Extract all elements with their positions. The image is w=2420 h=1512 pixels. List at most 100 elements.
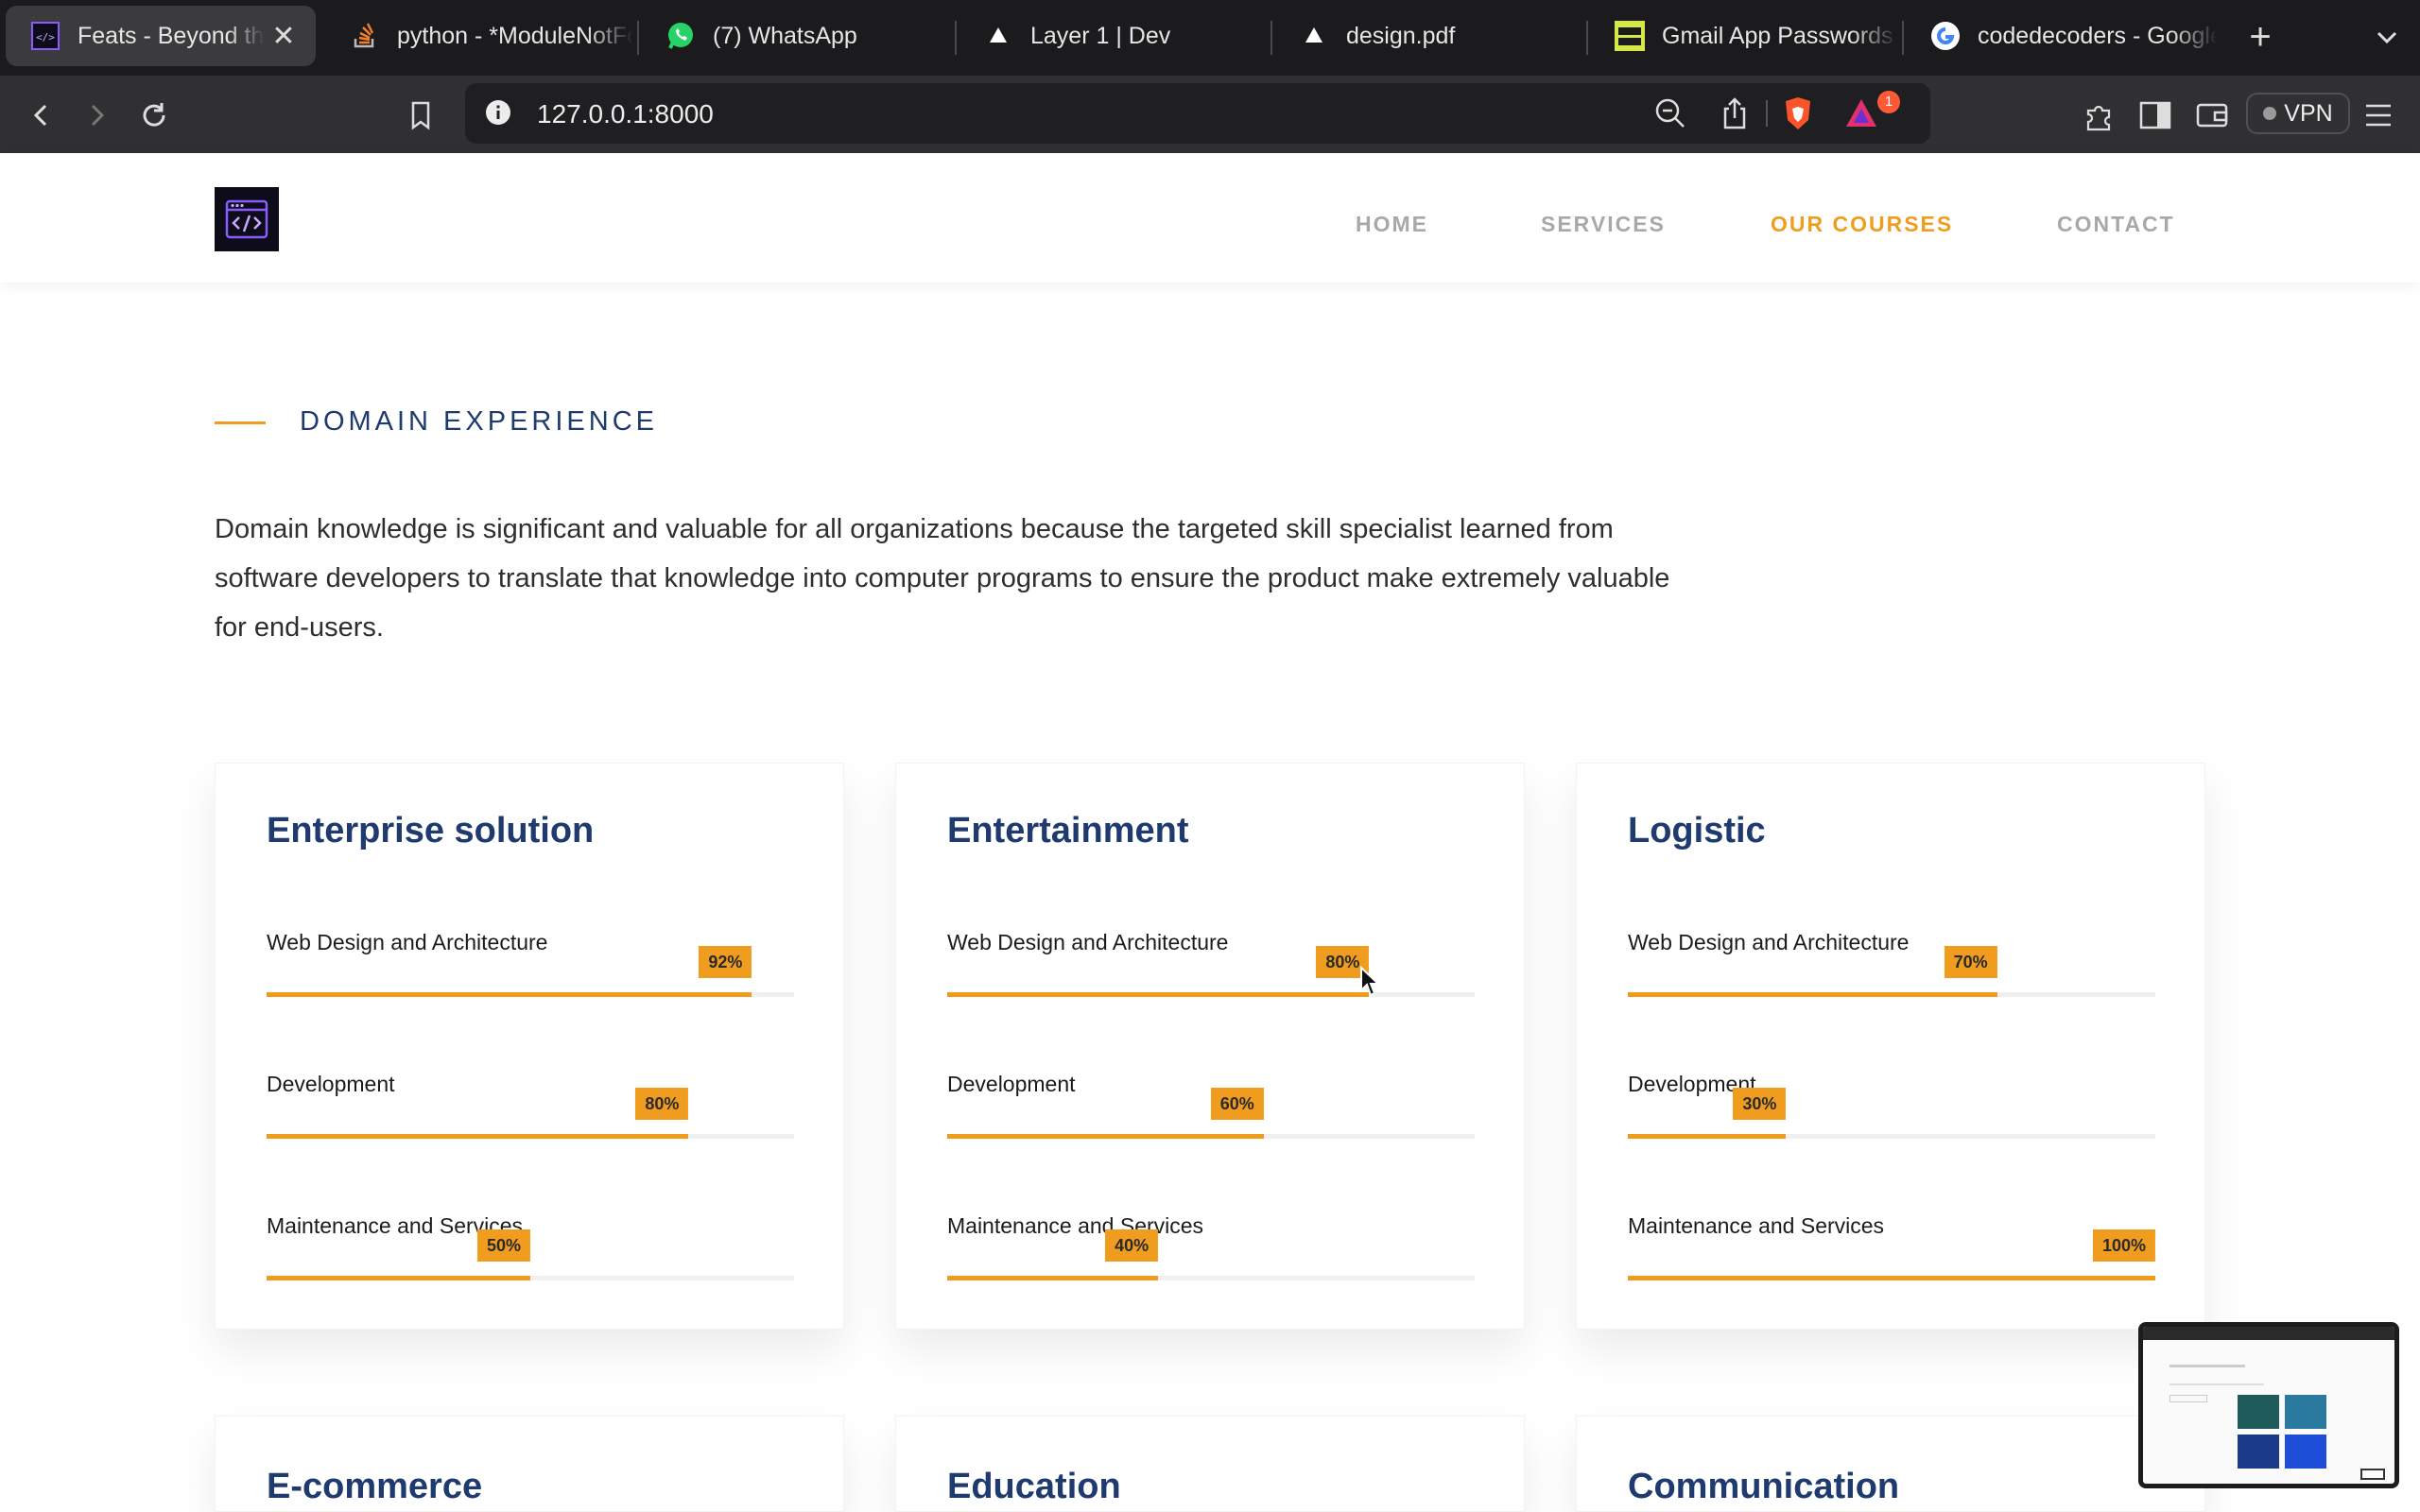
- skill-label: Maintenance and Services: [1628, 1213, 1885, 1238]
- progress-track: [1628, 992, 2155, 997]
- progress-track: [1628, 1276, 2155, 1280]
- tab-stackoverflow[interactable]: python - *ModuleNotFoundError: [325, 6, 633, 66]
- skill-row: Web Design and Architecture 80%: [947, 930, 1475, 1005]
- tab-separator: [955, 21, 957, 55]
- whatsapp-icon: [666, 21, 696, 51]
- brave-rewards-icon[interactable]: [1843, 96, 1879, 135]
- tab-title: Feats - Beyond the: [78, 22, 265, 49]
- toolbar-divider: [1766, 100, 1768, 127]
- progress-track: [267, 1134, 794, 1139]
- vpn-button[interactable]: VPN: [2246, 93, 2350, 134]
- skill-label: Web Design and Architecture: [1628, 930, 1910, 954]
- progress-fill: [1628, 1276, 2155, 1280]
- url-text[interactable]: 127.0.0.1:8000: [537, 99, 714, 129]
- site-logo[interactable]: [215, 187, 279, 251]
- progress-fill: [1628, 992, 1997, 997]
- nav-services[interactable]: SERVICES: [1541, 212, 1666, 237]
- zoom-icon[interactable]: [1654, 97, 1686, 134]
- skill-row: Web Design and Architecture 70%: [1628, 930, 2155, 1005]
- progress-track: [947, 1134, 1475, 1139]
- progress-fill: [947, 992, 1370, 997]
- tab-title: (7) WhatsApp: [713, 22, 857, 49]
- progress-track: [1628, 1134, 2155, 1139]
- preview-window-icon: [2360, 1469, 2385, 1480]
- nav-home[interactable]: HOME: [1356, 212, 1428, 237]
- eyebrow-line: [215, 421, 266, 424]
- extensions-icon[interactable]: [2078, 94, 2119, 136]
- new-tab-button[interactable]: +: [2237, 13, 2284, 60]
- domain-card-ecommerce: E-commerce: [215, 1416, 844, 1512]
- nav-our-courses[interactable]: OUR COURSES: [1771, 212, 1953, 237]
- zdnet-icon: [1615, 21, 1645, 51]
- vpn-status-icon: [2263, 107, 2277, 120]
- domain-card-communication: Communication: [1576, 1416, 2205, 1512]
- mouse-cursor-icon: [1359, 965, 1381, 1003]
- tab-title: codedecoders - Google: [1978, 22, 2218, 49]
- preview-text-line: [2169, 1365, 2245, 1367]
- tab-separator: [1902, 21, 1904, 55]
- google-icon: [1930, 21, 1961, 51]
- progress-fill: [267, 1134, 689, 1139]
- skill-row: Maintenance and Services 100%: [1628, 1213, 2155, 1289]
- percent-badge: 60%: [1210, 1088, 1264, 1120]
- tab-title: Layer 1 | Dev: [1030, 22, 1171, 49]
- percent-badge: 40%: [1105, 1229, 1159, 1262]
- percent-badge: 100%: [2092, 1229, 2155, 1262]
- bookmark-icon[interactable]: [400, 94, 441, 136]
- nav-contact[interactable]: CONTACT: [2057, 212, 2175, 237]
- tab-list-chevron-icon[interactable]: [2363, 13, 2411, 60]
- card-title: E-commerce: [267, 1467, 483, 1506]
- tab-title: python - *ModuleNotFoundError: [397, 22, 633, 49]
- tab-separator: [1270, 21, 1272, 55]
- skill-label: Maintenance and Services: [947, 1213, 1204, 1238]
- tab-design-pdf[interactable]: design.pdf: [1274, 6, 1582, 66]
- tab-layer1[interactable]: Layer 1 | Dev: [959, 6, 1267, 66]
- percent-badge: 92%: [699, 946, 752, 978]
- progress-fill: [947, 1134, 1264, 1139]
- skill-row: Web Design and Architecture 92%: [267, 930, 794, 1005]
- brave-shields-icon[interactable]: [1781, 95, 1815, 136]
- card-title: Education: [947, 1467, 1121, 1506]
- skill-label: Development: [267, 1072, 395, 1096]
- site-info-icon[interactable]: [484, 98, 512, 131]
- address-bar[interactable]: 127.0.0.1:8000: [465, 83, 1930, 144]
- section-intro: Domain knowledge is significant and valu…: [215, 514, 1670, 643]
- card-title: Enterprise solution: [267, 811, 595, 850]
- skill-row: Development 60%: [947, 1072, 1475, 1147]
- preview-toolbar: [2143, 1327, 2394, 1340]
- card-title: Logistic: [1628, 811, 1766, 850]
- skill-label: Web Design and Architecture: [267, 930, 548, 954]
- share-icon[interactable]: [1720, 96, 1749, 135]
- preview-text-line: [2169, 1383, 2264, 1385]
- tab-title: design.pdf: [1346, 22, 1456, 49]
- domain-card-education: Education: [895, 1416, 1525, 1512]
- wallet-icon[interactable]: [2191, 94, 2233, 136]
- card-title: Entertainment: [947, 811, 1189, 850]
- tab-google[interactable]: codedecoders - Google: [1906, 6, 2218, 66]
- domain-card-entertainment: Entertainment Web Design and Architectur…: [895, 763, 1525, 1330]
- back-icon[interactable]: [21, 94, 62, 136]
- menu-icon[interactable]: [2358, 94, 2399, 136]
- percent-badge: 70%: [1944, 946, 1997, 978]
- percent-badge: 50%: [476, 1229, 530, 1262]
- tab-gmail-passwords[interactable]: Gmail App Passwords: [1590, 6, 1898, 66]
- skill-row: Development 30%: [1628, 1072, 2155, 1147]
- section-eyebrow: DOMAIN EXPERIENCE: [300, 406, 658, 437]
- reload-icon[interactable]: [133, 94, 175, 136]
- browser-tab-bar: </> Feats - Beyond the ✕ python - *Modul…: [0, 0, 2420, 76]
- preview-image: [2285, 1435, 2326, 1469]
- preview-image: [2238, 1395, 2279, 1429]
- sidebar-icon[interactable]: [2135, 94, 2176, 136]
- progress-track: [947, 992, 1475, 997]
- domain-card-logistic: Logistic Web Design and Architecture 70%…: [1576, 763, 2205, 1330]
- close-tab-icon[interactable]: ✕: [265, 20, 302, 53]
- tab-feats[interactable]: </> Feats - Beyond the ✕: [6, 6, 316, 66]
- rewards-count-badge: 1: [1877, 91, 1900, 113]
- screenshot-preview-thumbnail[interactable]: [2138, 1322, 2399, 1488]
- stackoverflow-icon: [350, 21, 380, 51]
- forward-icon[interactable]: [76, 94, 117, 136]
- tab-whatsapp[interactable]: (7) WhatsApp: [641, 6, 953, 66]
- skill-row: Maintenance and Services 40%: [947, 1213, 1475, 1289]
- percent-badge: 30%: [1733, 1088, 1787, 1120]
- progress-track: [267, 992, 794, 997]
